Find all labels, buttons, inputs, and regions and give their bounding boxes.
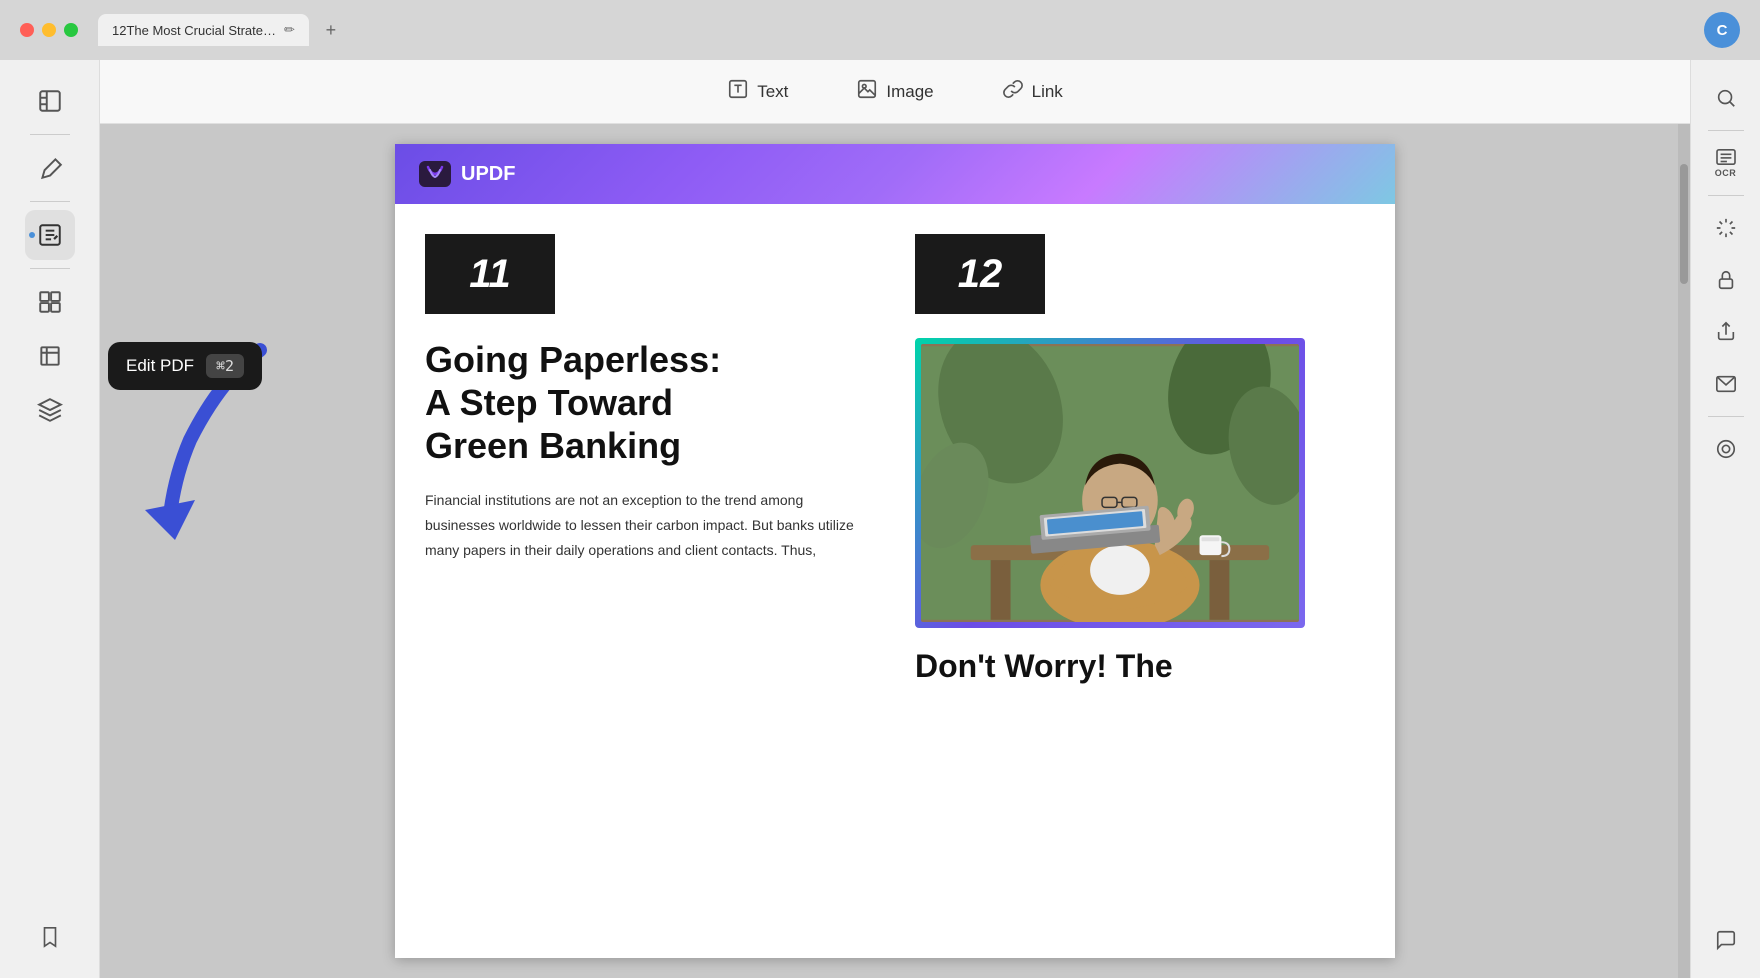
- image-inner: [921, 344, 1299, 622]
- toolbar-link-button[interactable]: Link: [988, 70, 1077, 114]
- scrollbar-thumb[interactable]: [1680, 164, 1688, 284]
- section-11-body: Financial institutions are not an except…: [425, 488, 875, 564]
- new-tab-button[interactable]: +: [317, 16, 345, 44]
- tooltip-shortcut: ⌘2: [206, 354, 244, 378]
- link-icon: [1002, 78, 1024, 106]
- updf-logo: UPDF: [419, 161, 515, 187]
- sidebar-icon-organize[interactable]: [25, 277, 75, 327]
- section-12-image: [915, 338, 1305, 628]
- sidebar-icon-annotate[interactable]: [25, 143, 75, 193]
- text-label: Text: [757, 82, 788, 102]
- ocr-right-icon[interactable]: OCR: [1704, 141, 1748, 185]
- protect-right-icon[interactable]: [1704, 258, 1748, 302]
- tab-area: 12The Most Crucial Strate… ✏ +: [98, 14, 345, 46]
- maximize-button[interactable]: [64, 23, 78, 37]
- tooltip-label: Edit PDF: [126, 356, 194, 376]
- section-12-number: 12: [915, 234, 1045, 314]
- toolbar-text-button[interactable]: Text: [713, 70, 802, 114]
- brand-name: UPDF: [461, 163, 515, 186]
- right-divider-2: [1708, 195, 1744, 196]
- right-sidebar: OCR: [1690, 60, 1760, 978]
- image-label: Image: [886, 82, 933, 102]
- top-toolbar: Text Image Link: [100, 60, 1690, 124]
- text-icon: [727, 78, 749, 106]
- right-divider-3: [1708, 416, 1744, 417]
- left-sidebar: [0, 60, 100, 978]
- toolbar-image-button[interactable]: Image: [842, 70, 947, 114]
- right-divider-1: [1708, 130, 1744, 131]
- sidebar-icon-book[interactable]: [25, 76, 75, 126]
- image-icon: [856, 78, 878, 106]
- convert-right-icon[interactable]: [1704, 206, 1748, 250]
- tab-edit-icon[interactable]: ✏: [284, 22, 295, 38]
- pdf-body: 11 Going Paperless:A Step TowardGreen Ba…: [395, 204, 1395, 685]
- search-right-icon[interactable]: [1704, 76, 1748, 120]
- pdf-section-11: 11 Going Paperless:A Step TowardGreen Ba…: [425, 234, 895, 685]
- sidebar-divider-2: [30, 201, 70, 202]
- tab-active[interactable]: 12The Most Crucial Strate… ✏: [98, 14, 309, 46]
- sidebar-divider-3: [30, 268, 70, 269]
- app-body: Text Image Link: [0, 60, 1760, 978]
- sidebar-bottom: [25, 912, 75, 962]
- sidebar-icon-crop[interactable]: [25, 331, 75, 381]
- section-12-subheading: Don't Worry! The: [915, 648, 1365, 685]
- close-button[interactable]: [20, 23, 34, 37]
- section-11-heading: Going Paperless:A Step TowardGreen Banki…: [425, 338, 875, 468]
- pdf-page: UPDF 11 Going Paperless:A Step TowardGre…: [395, 144, 1395, 958]
- save-right-icon[interactable]: [1704, 427, 1748, 471]
- avatar[interactable]: C: [1704, 12, 1740, 48]
- link-label: Link: [1032, 82, 1063, 102]
- sidebar-icon-bookmark[interactable]: [25, 912, 75, 962]
- image-border: [915, 338, 1305, 628]
- right-sidebar-bottom: [1704, 918, 1748, 962]
- share-right-icon[interactable]: [1704, 310, 1748, 354]
- scrollbar-track[interactable]: [1678, 124, 1690, 978]
- comment-right-icon[interactable]: [1704, 918, 1748, 962]
- section-11-number: 11: [425, 234, 555, 314]
- minimize-button[interactable]: [42, 23, 56, 37]
- tab-title: 12The Most Crucial Strate…: [112, 23, 276, 38]
- ocr-label: OCR: [1715, 168, 1737, 178]
- title-bar: 12The Most Crucial Strate… ✏ + C: [0, 0, 1760, 60]
- sidebar-icon-layers[interactable]: [25, 385, 75, 435]
- traffic-lights: [20, 23, 78, 37]
- sidebar-icon-edit-pdf[interactable]: [25, 210, 75, 260]
- pdf-header: UPDF: [395, 144, 1395, 204]
- main-content: UPDF 11 Going Paperless:A Step TowardGre…: [100, 124, 1690, 978]
- updf-logo-icon: [419, 161, 451, 187]
- mail-right-icon[interactable]: [1704, 362, 1748, 406]
- active-indicator: [29, 232, 35, 238]
- sidebar-divider-1: [30, 134, 70, 135]
- tooltip-bubble: Edit PDF ⌘2: [108, 342, 262, 390]
- pdf-section-12: 12: [895, 234, 1365, 685]
